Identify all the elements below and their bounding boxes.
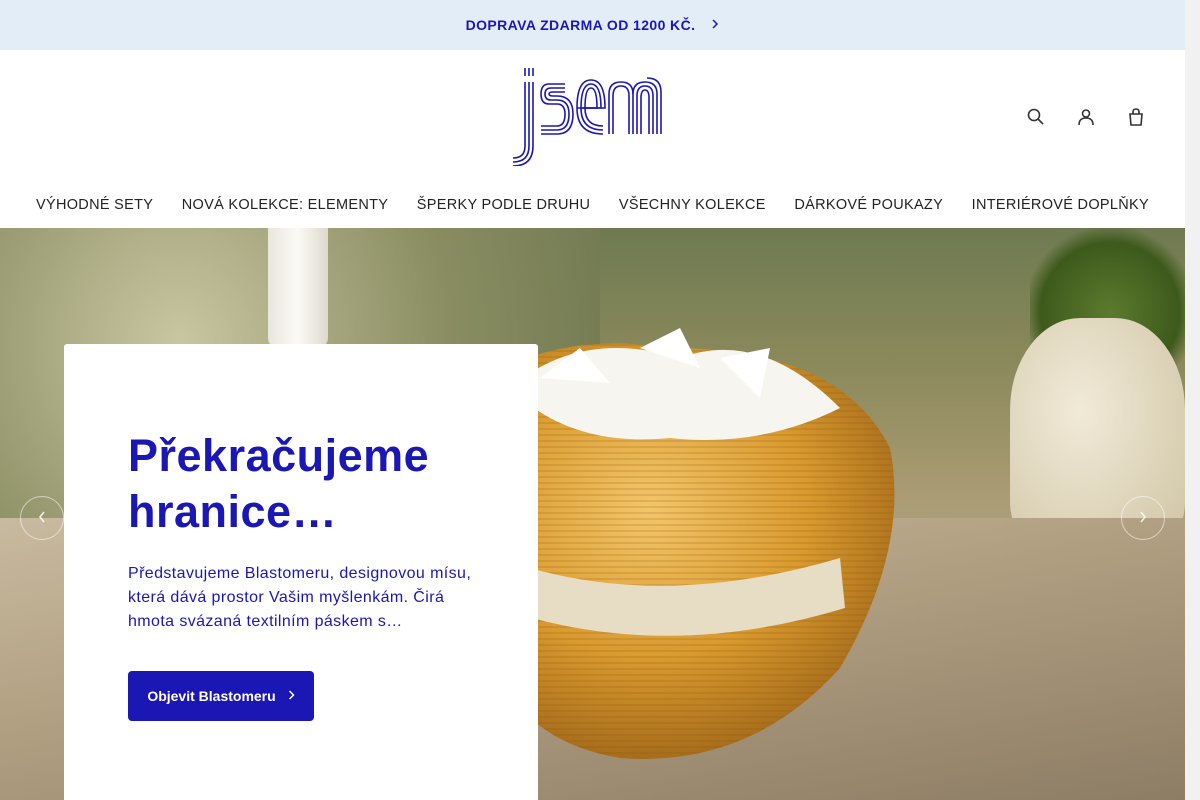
- site-header: [0, 50, 1185, 182]
- hero-slider: Překračujeme hranice… Představujeme Blas…: [0, 228, 1185, 800]
- nav-item-vsechny-kolekce[interactable]: VŠECHNY KOLEKCE: [619, 197, 766, 213]
- cart-icon[interactable]: [1125, 106, 1147, 128]
- scrollbar[interactable]: [1185, 0, 1200, 800]
- nav-item-darkove-poukazy[interactable]: DÁRKOVÉ POUKAZY: [794, 197, 943, 213]
- chevron-left-icon: [38, 510, 46, 526]
- hero-cta-label: Objevit Blastomeru: [147, 688, 276, 704]
- chevron-right-icon[interactable]: [711, 18, 719, 32]
- page: DOPRAVA ZDARMA OD 1200 KČ. VÝHODNÉ SETY …: [0, 0, 1200, 800]
- main-navigation: VÝHODNÉ SETY NOVÁ KOLEKCE: ELEMENTY ŠPER…: [0, 182, 1185, 228]
- hero-card: Překračujeme hranice… Představujeme Blas…: [64, 344, 538, 800]
- brand-logo[interactable]: [507, 66, 677, 167]
- hero-cta-button[interactable]: Objevit Blastomeru: [128, 671, 314, 721]
- account-icon[interactable]: [1075, 106, 1097, 128]
- nav-item-sperky-podle-druhu[interactable]: ŠPERKY PODLE DRUHU: [417, 197, 591, 213]
- hero-title: Překračujeme hranice…: [128, 430, 430, 537]
- search-icon[interactable]: [1025, 106, 1047, 128]
- nav-item-nova-kolekce[interactable]: NOVÁ KOLEKCE: ELEMENTY: [182, 197, 388, 213]
- announcement-bar[interactable]: DOPRAVA ZDARMA OD 1200 KČ.: [0, 0, 1185, 50]
- nav-item-vyhodne-sety[interactable]: VÝHODNÉ SETY: [36, 197, 153, 213]
- chevron-right-icon: [288, 689, 295, 703]
- bottle-image: [268, 228, 328, 348]
- slider-next-button[interactable]: [1121, 496, 1165, 540]
- announcement-text[interactable]: DOPRAVA ZDARMA OD 1200 KČ.: [466, 17, 696, 33]
- header-icons: [1025, 106, 1147, 128]
- chevron-right-icon: [1139, 510, 1147, 526]
- hero-description: Představujeme Blastomeru, designovou mís…: [128, 565, 472, 630]
- slider-prev-button[interactable]: [20, 496, 64, 540]
- nav-item-interierove-doplnky[interactable]: INTERIÉROVÉ DOPLŇKY: [972, 197, 1149, 213]
